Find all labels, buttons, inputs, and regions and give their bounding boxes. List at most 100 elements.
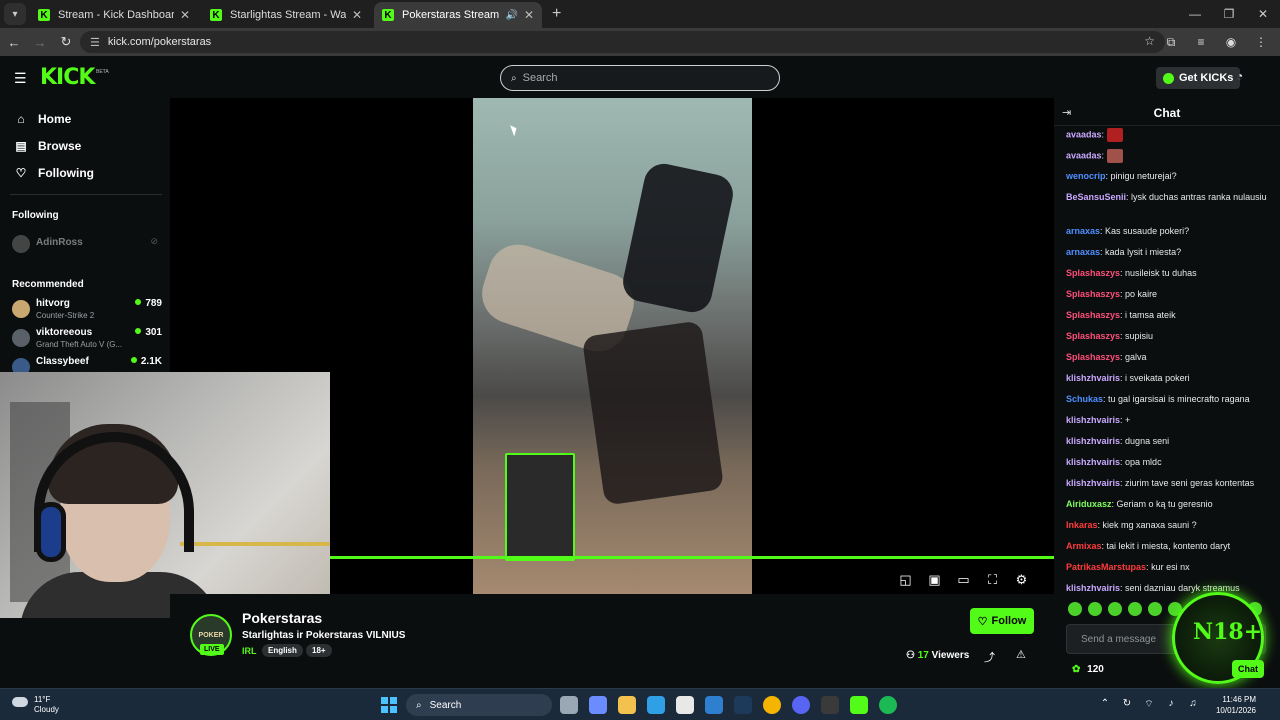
hamburger-menu-icon[interactable]: ☰ [14, 70, 27, 87]
spotify-icon[interactable] [879, 696, 897, 714]
clip-icon[interactable]: ▣ [920, 572, 949, 588]
chat-username[interactable]: Inkaras [1066, 520, 1098, 530]
store-icon[interactable] [676, 696, 694, 714]
search-input[interactable]: ⌕ Search [500, 65, 780, 91]
address-bar[interactable]: ☰ kick.com/pokerstaras ☆ [80, 31, 1165, 53]
obs-icon[interactable] [821, 696, 839, 714]
browser-menu-icon[interactable]: ⋮ [1246, 35, 1276, 49]
tab-search-icon[interactable]: ▾ [4, 3, 26, 25]
chat-message: Airiduxasz: Geriam o ką tu geresnio [1066, 498, 1272, 511]
following-channel-adinross[interactable]: AdinRoss ⊘ [12, 232, 162, 260]
sidebar-item-following[interactable]: ♡ Following [12, 166, 94, 180]
report-icon[interactable]: ⚠ [1016, 648, 1026, 661]
chat-username[interactable]: klishzhvairis [1066, 373, 1120, 383]
recommended-channel-viktoreeous[interactable]: viktoreeous Grand Theft Auto V (G... 301 [12, 326, 162, 354]
theater-mode-icon[interactable]: ▭ [949, 572, 978, 588]
minimize-icon[interactable]: — [1178, 0, 1212, 28]
stream-category[interactable]: IRL [242, 646, 257, 656]
chat-message: klishzhvairis: i sveikata pokeri [1066, 372, 1272, 385]
sidebar-item-home[interactable]: ⌂ Home [12, 112, 71, 126]
kick-logo[interactable]: KICK [40, 65, 95, 90]
chrome-icon[interactable] [763, 696, 781, 714]
network-icon[interactable]: ⌔ [1138, 698, 1160, 711]
close-tab-icon[interactable]: ✕ [180, 8, 190, 22]
sync-icon[interactable]: ↻ [1116, 698, 1138, 711]
steam-icon[interactable] [734, 696, 752, 714]
get-kicks-button[interactable]: Get KICKs [1156, 67, 1241, 89]
back-icon[interactable]: ← [2, 35, 26, 50]
chat-username[interactable]: klishzhvairis [1066, 478, 1120, 488]
discord-icon[interactable] [792, 696, 810, 714]
chat-username[interactable]: PatrikasMarstupas [1066, 562, 1146, 572]
kick-app-icon[interactable] [850, 696, 868, 714]
chat-username[interactable]: Schukas [1066, 394, 1103, 404]
extensions-icon[interactable]: ⧉ [1156, 35, 1186, 50]
chat-username[interactable]: klishzhvairis [1066, 457, 1120, 467]
emote-picker-icon[interactable] [1088, 602, 1102, 616]
sidebar-item-label: Browse [38, 139, 82, 153]
copilot-icon[interactable] [589, 696, 607, 714]
chat-username[interactable]: Armixas [1066, 541, 1102, 551]
media-controls-icon[interactable]: ≡ [1186, 35, 1216, 49]
emote-picker-icon[interactable] [1108, 602, 1122, 616]
chat-username[interactable]: BeSansuSenii [1066, 192, 1126, 202]
share-icon[interactable]: ⤴ [984, 649, 995, 665]
mail-icon[interactable] [705, 696, 723, 714]
tag-mature[interactable]: 18+ [306, 644, 332, 657]
chat-username[interactable]: Splashaszys [1066, 352, 1120, 362]
chat-username[interactable]: Splashaszys [1066, 289, 1120, 299]
windows-start-icon[interactable] [381, 697, 397, 713]
emote-picker-icon[interactable] [1128, 602, 1142, 616]
settings-gear-icon[interactable]: ⚙ [1007, 572, 1036, 588]
tab-kick-dashboard[interactable]: K Stream - Kick Dashboard ✕ [30, 2, 198, 28]
chat-username[interactable]: Splashaszys [1066, 331, 1120, 341]
chat-username[interactable]: klishzhvairis [1066, 415, 1120, 425]
chat-username[interactable]: klishzhvairis [1066, 436, 1120, 446]
emote-picker-icon[interactable] [1068, 602, 1082, 616]
chat-username[interactable]: Airiduxasz [1066, 499, 1112, 509]
clock[interactable]: 11:46 PM 10/01/2026 [1216, 694, 1256, 716]
site-info-icon[interactable]: ☰ [90, 36, 100, 49]
user-menu-icon[interactable]: ◔ [1236, 69, 1243, 83]
file-explorer-icon[interactable] [618, 696, 636, 714]
chat-username[interactable]: avaadas [1066, 150, 1102, 160]
chat-username[interactable]: Splashaszys [1066, 310, 1120, 320]
close-tab-icon[interactable]: ✕ [524, 8, 534, 22]
mic-icon[interactable]: ♪ [1160, 698, 1182, 711]
video-frame [473, 98, 752, 594]
chat-username[interactable]: arnaxas [1066, 247, 1100, 257]
chat-toggle-button[interactable]: Chat [1232, 660, 1264, 678]
taskbar-search[interactable]: ⌕ Search [406, 694, 552, 716]
emote-picker-icon[interactable] [1148, 602, 1162, 616]
channel-points[interactable]: ✿ 120 [1072, 664, 1104, 675]
chat-username[interactable]: wenocrip [1066, 171, 1106, 181]
bookmark-star-icon[interactable]: ☆ [1144, 34, 1155, 48]
tab-starlightas[interactable]: K Starlightas Stream - Watch Live ✕ [202, 2, 370, 28]
chat-username[interactable]: Splashaszys [1066, 268, 1120, 278]
chat-username[interactable]: avaadas [1066, 129, 1102, 139]
forward-icon[interactable]: → [28, 35, 52, 50]
follow-button[interactable]: ♡ Follow [970, 608, 1034, 634]
volume-icon[interactable]: ♫ [1182, 698, 1204, 711]
profile-icon[interactable]: ◉ [1216, 35, 1246, 49]
close-window-icon[interactable]: ✕ [1246, 0, 1280, 28]
sidebar-item-browse[interactable]: ▤ Browse [12, 139, 81, 153]
fullscreen-icon[interactable]: ⛶ [978, 572, 1007, 588]
restore-icon[interactable]: ❐ [1212, 0, 1246, 28]
chat-text: tu gal igarsisai is minecrafto ragana [1108, 394, 1250, 404]
tag-language[interactable]: English [262, 644, 303, 657]
viewers-label: Viewers [931, 650, 970, 661]
new-tab-icon[interactable]: + [552, 5, 561, 23]
chat-username[interactable]: arnaxas [1066, 226, 1100, 236]
edge-icon[interactable] [647, 696, 665, 714]
channel-name[interactable]: Pokerstaras [242, 610, 322, 626]
task-view-icon[interactable] [560, 696, 578, 714]
tab-pokerstaras[interactable]: K Pokerstaras Stream - Watch 🔊 ✕ [374, 2, 542, 28]
tray-chevron-icon[interactable]: ⌃ [1094, 698, 1116, 711]
chat-username[interactable]: klishzhvairis [1066, 583, 1120, 593]
close-tab-icon[interactable]: ✕ [352, 8, 362, 22]
reload-icon[interactable]: ↻ [54, 34, 78, 50]
miniplayer-icon[interactable]: ◱ [891, 572, 920, 588]
speaker-icon[interactable]: 🔊 [505, 10, 517, 21]
recommended-channel-hitvorg[interactable]: hitvorg Counter-Strike 2 789 [12, 297, 162, 325]
